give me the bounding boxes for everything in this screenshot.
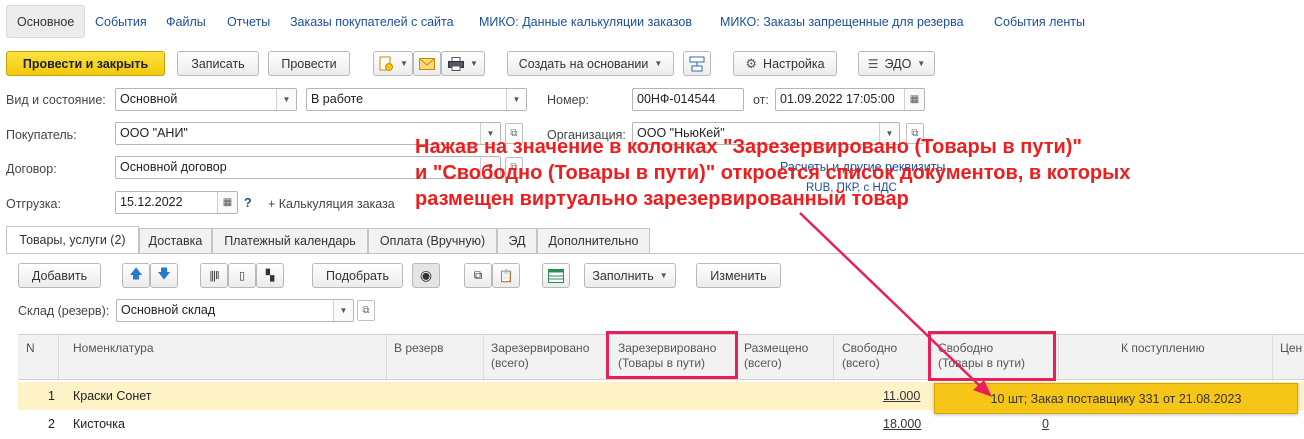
annotation-arrow	[799, 212, 992, 397]
annotation-line-3: размещен виртуально зарезервированный то…	[415, 188, 909, 210]
annotation-line-2: и "Свободно (Товары в пути)" откроется с…	[415, 162, 1131, 184]
annotation-line-1: Нажав на значение в колонках "Зарезервир…	[415, 136, 1082, 158]
